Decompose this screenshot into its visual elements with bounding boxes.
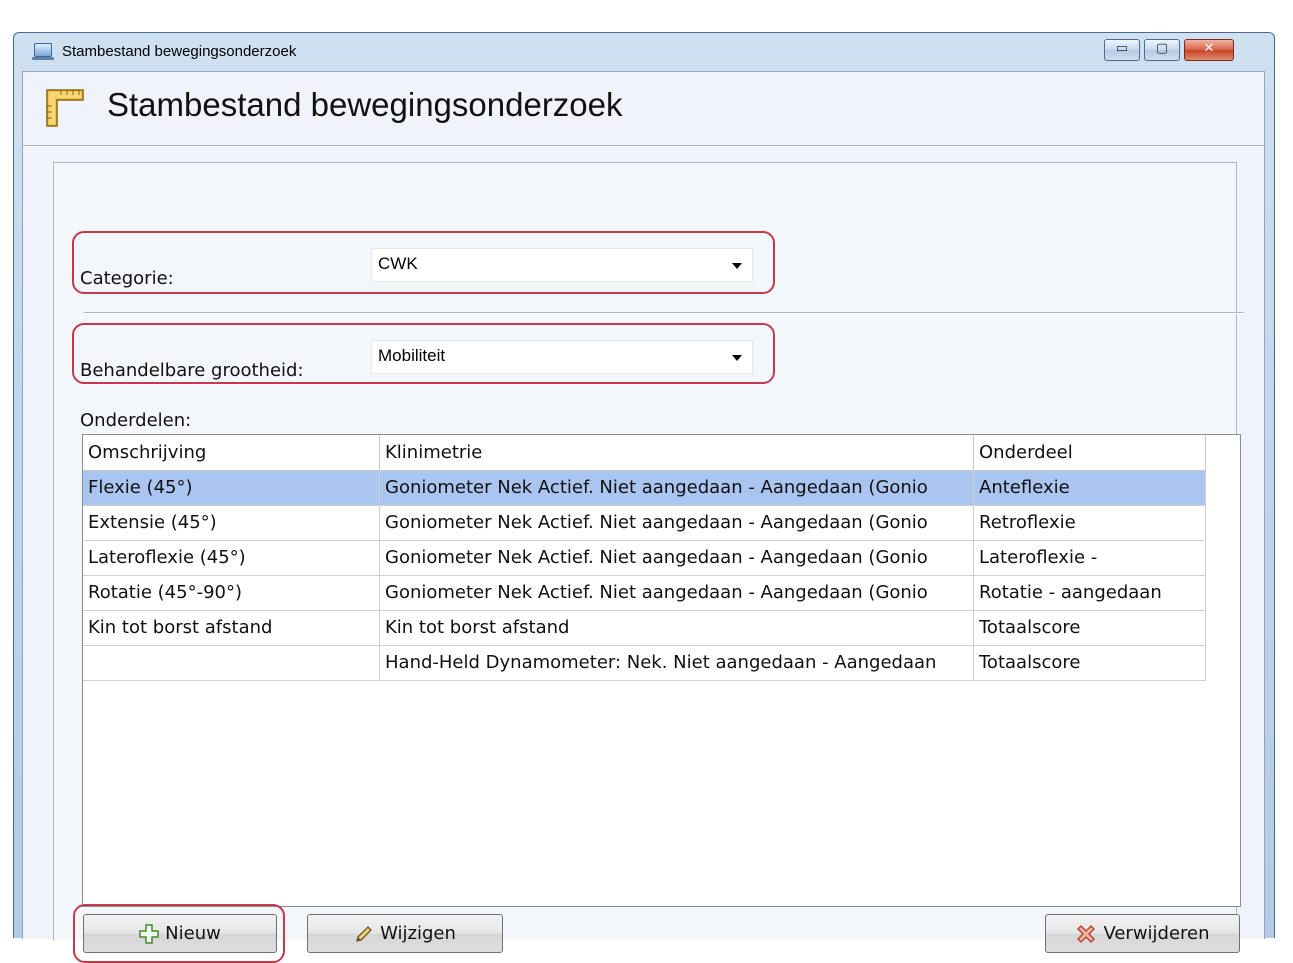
delete-x-icon bbox=[1077, 925, 1096, 943]
close-button[interactable]: ✕ bbox=[1184, 39, 1234, 61]
table-header: Omschrijving Klinimetrie Onderdeel bbox=[83, 435, 1206, 471]
section-divider bbox=[84, 312, 1244, 314]
table-row[interactable]: Hand-Held Dynamometer: Nek. Niet aangeda… bbox=[83, 646, 1206, 681]
table-row[interactable]: Flexie (45°) Goniometer Nek Actief. Niet… bbox=[83, 471, 1206, 506]
cell-omschrijving: Lateroflexie (45°) bbox=[83, 541, 380, 576]
cell-klinimetrie: Goniometer Nek Actief. Niet aangedaan - … bbox=[380, 541, 974, 576]
verwijderen-label: Verwijderen bbox=[1103, 923, 1210, 944]
cell-klinimetrie: Hand-Held Dynamometer: Nek. Niet aangeda… bbox=[380, 646, 974, 681]
title-bar[interactable]: Stambestand bewegingsonderzoek ▭ ▢ ✕ bbox=[14, 33, 1274, 71]
cell-klinimetrie: Goniometer Nek Actief. Niet aangedaan - … bbox=[380, 471, 974, 506]
verwijderen-button[interactable]: Verwijderen bbox=[1045, 914, 1240, 953]
app-icon bbox=[32, 43, 54, 60]
ruler-icon bbox=[46, 89, 84, 127]
cell-onderdeel: Lateroflexie - bbox=[974, 541, 1206, 576]
column-header-onderdeel[interactable]: Onderdeel bbox=[974, 435, 1206, 471]
cell-omschrijving: Rotatie (45°-90°) bbox=[83, 576, 380, 611]
window-title: Stambestand bewegingsonderzoek bbox=[62, 43, 297, 60]
column-header-omschrijving[interactable]: Omschrijving bbox=[83, 435, 380, 471]
app-window: Stambestand bewegingsonderzoek ▭ ▢ ✕ Sta… bbox=[13, 32, 1275, 963]
form-panel: Categorie: CWK Behandelbare grootheid: M… bbox=[53, 162, 1244, 963]
wijzigen-button[interactable]: Wijzigen bbox=[307, 914, 503, 953]
cell-omschrijving: Kin tot borst afstand bbox=[83, 611, 380, 646]
nieuw-highlight bbox=[73, 904, 285, 963]
cell-onderdeel: Totaalscore bbox=[974, 611, 1206, 646]
cell-omschrijving: Flexie (45°) bbox=[83, 471, 380, 506]
table-row[interactable]: Rotatie (45°-90°) Goniometer Nek Actief.… bbox=[83, 576, 1206, 611]
onderdelen-label: Onderdelen: bbox=[80, 410, 192, 431]
cell-onderdeel: Rotatie - aangedaan bbox=[974, 576, 1206, 611]
pencil-icon bbox=[356, 926, 373, 942]
onderdelen-table[interactable]: Omschrijving Klinimetrie Onderdeel Flexi… bbox=[82, 434, 1241, 907]
column-header-klinimetrie[interactable]: Klinimetrie bbox=[380, 435, 974, 471]
page-title: Stambestand bewegingsonderzoek bbox=[107, 86, 623, 123]
dialog-client-area: Stambestand bewegingsonderzoek Categorie… bbox=[22, 71, 1265, 963]
cell-onderdeel: Totaalscore bbox=[974, 646, 1206, 681]
cell-omschrijving bbox=[83, 646, 380, 681]
close-icon: ✕ bbox=[1203, 41, 1215, 56]
cell-onderdeel: Anteflexie bbox=[974, 471, 1206, 506]
cell-onderdeel: Retroflexie bbox=[974, 506, 1206, 541]
categorie-highlight bbox=[72, 231, 775, 294]
cell-klinimetrie: Goniometer Nek Actief. Niet aangedaan - … bbox=[380, 506, 974, 541]
table-row[interactable]: Extensie (45°) Goniometer Nek Actief. Ni… bbox=[83, 506, 1206, 541]
cell-klinimetrie: Goniometer Nek Actief. Niet aangedaan - … bbox=[380, 576, 974, 611]
cell-klinimetrie: Kin tot borst afstand bbox=[380, 611, 974, 646]
minimize-icon: ▭ bbox=[1115, 41, 1129, 56]
header-divider bbox=[23, 145, 1264, 147]
minimize-button[interactable]: ▭ bbox=[1104, 39, 1140, 61]
table-row[interactable]: Lateroflexie (45°) Goniometer Nek Actief… bbox=[83, 541, 1206, 576]
table-row[interactable]: Kin tot borst afstand Kin tot borst afst… bbox=[83, 611, 1206, 646]
maximize-button[interactable]: ▢ bbox=[1144, 39, 1180, 61]
wijzigen-label: Wijzigen bbox=[380, 923, 456, 944]
grootheid-highlight bbox=[72, 323, 775, 384]
cell-omschrijving: Extensie (45°) bbox=[83, 506, 380, 541]
maximize-icon: ▢ bbox=[1155, 41, 1169, 56]
